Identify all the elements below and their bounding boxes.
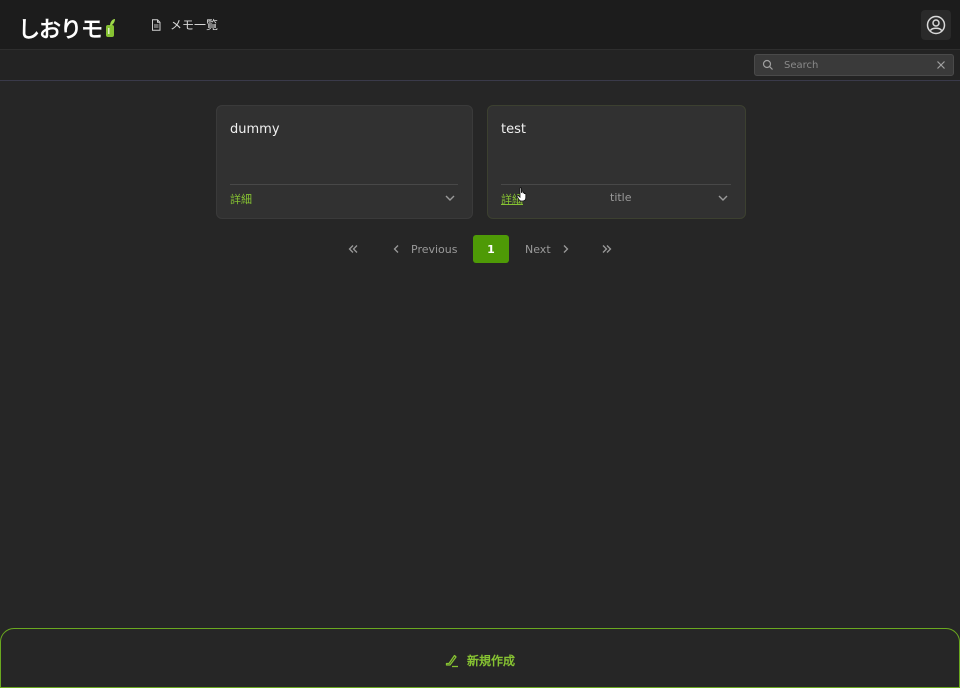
toolbar bbox=[0, 50, 960, 81]
memo-card-title: test bbox=[501, 122, 526, 137]
nav-memo-list-label: メモ一覧 bbox=[170, 18, 219, 32]
footer-bar: 新規作成 bbox=[0, 628, 960, 688]
user-circle-icon bbox=[926, 15, 946, 35]
account-button[interactable] bbox=[921, 10, 951, 40]
create-new-button[interactable]: 新規作成 bbox=[445, 652, 515, 669]
document-icon bbox=[152, 18, 161, 31]
app-logo[interactable]: しおりモ bbox=[18, 12, 116, 44]
pagination-last-button[interactable] bbox=[601, 235, 613, 263]
card-divider bbox=[501, 184, 731, 185]
card-divider bbox=[230, 184, 458, 185]
memo-card-title: dummy bbox=[230, 122, 280, 137]
memo-card[interactable]: dummy 詳細 bbox=[216, 105, 473, 219]
search-box bbox=[754, 54, 954, 76]
pagination-previous-button[interactable]: Previous bbox=[391, 235, 458, 263]
pagination-previous-label: Previous bbox=[411, 242, 458, 256]
pagination-next-label: Next bbox=[525, 242, 551, 256]
memo-card-meta: title bbox=[610, 191, 632, 204]
create-new-label: 新規作成 bbox=[467, 654, 516, 668]
chevron-down-icon[interactable] bbox=[717, 192, 729, 204]
chevron-left-icon bbox=[393, 245, 399, 253]
nav-memo-list[interactable]: メモ一覧 bbox=[150, 16, 218, 33]
logo-leaf-icon bbox=[106, 19, 116, 37]
chevron-down-icon[interactable] bbox=[444, 192, 456, 204]
search-input[interactable] bbox=[774, 55, 936, 75]
pagination-page-button[interactable]: 1 bbox=[473, 235, 509, 263]
double-chevron-left-icon bbox=[348, 245, 358, 253]
pagination: Previous 1 Next bbox=[0, 235, 960, 263]
chevron-right-icon bbox=[563, 245, 569, 253]
search-icon bbox=[762, 59, 773, 70]
hand-cursor-icon bbox=[516, 187, 527, 202]
app-header: しおりモ メモ一覧 bbox=[0, 0, 960, 50]
memo-card-detail-link[interactable]: 詳細 bbox=[230, 191, 252, 207]
pagination-first-button[interactable] bbox=[347, 235, 359, 263]
double-chevron-right-icon bbox=[602, 245, 612, 253]
close-icon[interactable] bbox=[936, 60, 946, 70]
logo-text: しおりモ bbox=[18, 18, 103, 43]
pen-icon bbox=[445, 654, 458, 667]
pagination-next-button[interactable]: Next bbox=[525, 235, 571, 263]
